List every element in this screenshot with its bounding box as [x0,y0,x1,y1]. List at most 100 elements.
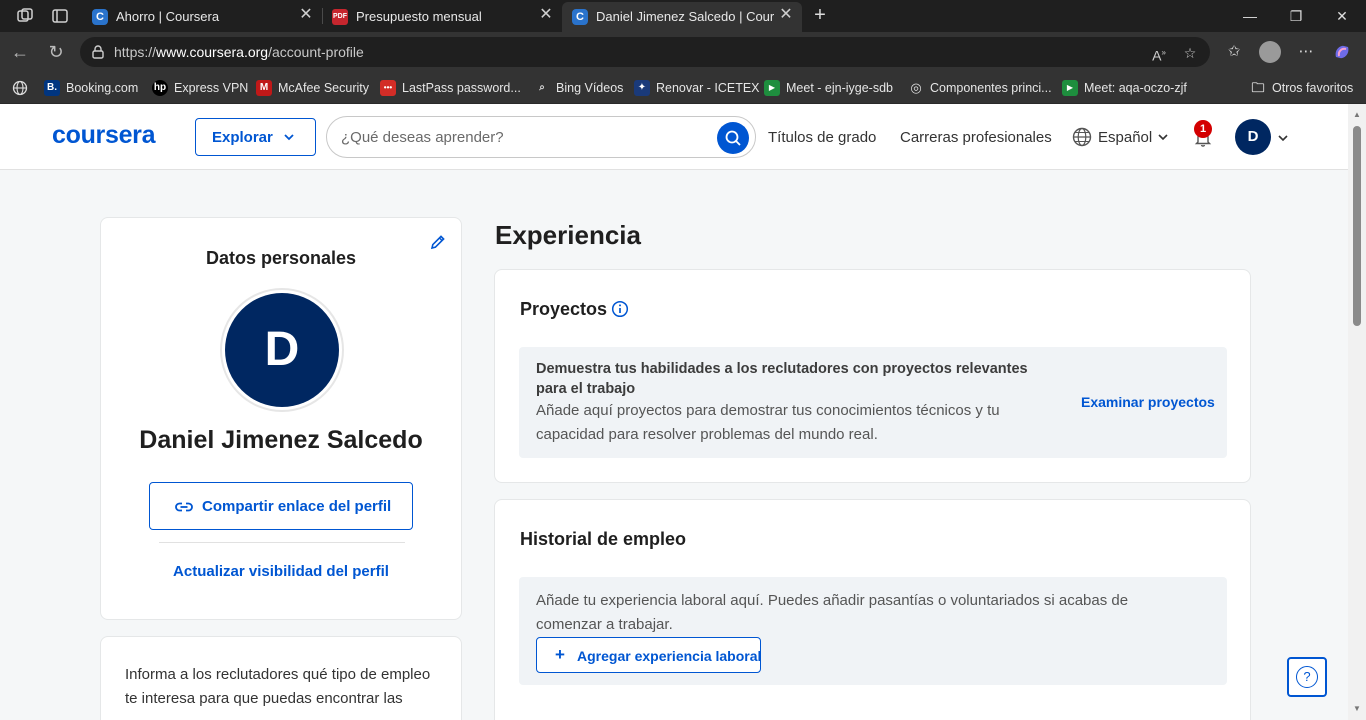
back-icon[interactable]: ← [10,42,30,62]
share-profile-button[interactable]: Compartir enlace del perfil [149,482,413,530]
bookmarks-bar: B. Booking.com hp Express VPN M McAfee Secu… [0,72,1366,104]
employment-panel-text: Añade tu experiencia laboral aquí. Puede… [536,592,1129,633]
minimize-icon[interactable]: — [1240,6,1260,26]
folder-icon: 🗀 [1251,80,1265,95]
explore-label: Explorar [212,129,273,146]
address-bar-row: ← ↻ https://www.coursera.org/account-pro… [0,32,1366,72]
bookmark-other-favorites[interactable]: 🗀 Otros favoritos [1250,80,1353,96]
search-button[interactable] [717,122,749,154]
add-work-experience-button[interactable]: + Agregar experiencia laboral [536,637,761,673]
help-icon: ? [1296,666,1318,688]
help-button[interactable]: ? [1287,657,1327,697]
meet-icon: ▶ [764,80,780,96]
employment-history-card: Historial de empleo Añade tu experiencia… [494,499,1251,720]
more-menu-icon[interactable]: ⋯ [1296,42,1316,62]
chevron-down-icon [282,130,296,144]
profile-avatar: D [220,288,344,412]
link-icon [174,497,194,517]
plus-icon: + [555,645,565,664]
careers-link[interactable]: Carreras profesionales [900,129,1052,146]
lastpass-icon: ••• [380,80,396,96]
browser-profile-avatar[interactable] [1259,41,1281,63]
close-icon[interactable]: ✕ [538,7,554,23]
close-icon[interactable]: ✕ [778,7,794,23]
explore-button[interactable]: Explorar [195,118,316,156]
bookmark-booking[interactable]: B. Booking.com [44,80,138,96]
bookmark-componentes[interactable]: ◎ Componentes princi... [908,80,1051,96]
bookmark-meet-2[interactable]: ▶ Meet: aqa-oczo-zjf [1062,80,1187,96]
lock-icon[interactable] [90,44,106,60]
tab-title: Presupuesto mensual [356,9,482,24]
bookmark-expressvpn[interactable]: hp Express VPN [152,80,248,96]
url-field[interactable]: https://www.coursera.org/account-profile… [80,37,1210,67]
bookmark-mcafee[interactable]: M McAfee Security [256,80,369,96]
coursera-logo[interactable]: coursera [52,121,156,150]
globe-icon [1072,127,1092,147]
favorite-star-icon[interactable]: ☆ [1181,44,1199,62]
user-avatar[interactable]: D [1235,119,1271,155]
info-icon[interactable] [611,300,629,318]
meet-icon: ▶ [1062,80,1078,96]
pdf-icon: PDF [332,9,348,25]
refresh-icon[interactable]: ↻ [46,42,66,62]
openai-icon: ◎ [910,80,922,95]
scroll-up-icon[interactable]: ▲ [1352,110,1362,120]
new-tab-icon[interactable]: + [810,5,830,25]
mcafee-icon: M [256,80,272,96]
close-icon[interactable]: ✕ [298,7,314,23]
notification-badge: 1 [1194,120,1212,138]
workspaces-icon[interactable] [15,6,35,26]
tab-title: Ahorro | Coursera [116,9,220,24]
job-preferences-card: Informa a los reclutadores qué tipo de e… [100,636,462,720]
bookmark-bing-videos[interactable]: ⌕ Bing Vídeos [534,80,623,96]
job-preferences-text: Informa a los reclutadores qué tipo de e… [125,666,431,707]
window-close-icon[interactable]: ✕ [1332,6,1352,26]
url-text: https://www.coursera.org/account-profile [114,44,364,60]
globe-icon[interactable] [12,80,28,96]
employment-panel: Añade tu experiencia laboral aquí. Puede… [519,577,1227,685]
site-header: coursera Explorar Títulos de grado Carre… [0,104,1348,170]
search-box [326,116,756,158]
language-label: Español [1098,129,1153,146]
vertical-tabs-icon[interactable] [50,6,70,26]
bookmark-meet-1[interactable]: ▶ Meet - ejn-iyge-sdb [764,80,893,96]
scrollbar-thumb[interactable] [1353,126,1361,326]
chevron-down-icon [1157,130,1169,142]
personal-data-card: Datos personales D Daniel Jimenez Salced… [100,217,462,620]
tab-ahorro[interactable]: C Ahorro | Coursera ✕ [82,2,322,32]
divider [159,542,405,543]
profile-avatar-initial: D [225,293,339,407]
coursera-icon: C [92,9,108,25]
employment-heading: Historial de empleo [520,529,687,549]
edit-pencil-icon[interactable] [429,233,447,251]
search-input[interactable] [341,127,701,147]
page-viewport: coursera Explorar Títulos de grado Carre… [0,104,1348,720]
degrees-link[interactable]: Títulos de grado [768,129,876,146]
icetex-icon: ✦ [634,80,650,96]
booking-icon: B. [44,80,60,96]
chevron-down-icon[interactable] [1277,131,1289,143]
browse-projects-link[interactable]: Examinar proyectos [1081,394,1215,410]
projects-heading: Proyectos [520,299,608,319]
search-icon: ⌕ [539,82,545,93]
tab-profile[interactable]: C Daniel Jimenez Salcedo | Coursera ✕ [562,2,802,32]
update-visibility-link[interactable]: Actualizar visibilidad del perfil [101,563,461,580]
projects-card: Proyectos Demuestra tus habilidades a lo… [494,269,1251,483]
tab-presupuesto[interactable]: PDF Presupuesto mensual ✕ [322,2,562,32]
hp-icon: hp [152,80,168,96]
personal-data-title: Datos personales [205,248,357,268]
restore-icon[interactable]: ❐ [1286,6,1306,26]
favorites-icon[interactable]: ✩ [1224,42,1244,62]
projects-panel: Demuestra tus habilidades a los reclutad… [519,347,1227,458]
copilot-icon[interactable] [1332,42,1352,62]
scroll-down-icon[interactable]: ▼ [1352,704,1362,714]
bookmark-icetex[interactable]: ✦ Renovar - ICETEX [634,80,760,96]
coursera-icon: C [572,9,588,25]
read-aloud-icon[interactable]: A» [1150,44,1168,64]
share-profile-label: Compartir enlace del perfil [202,498,392,515]
bookmark-lastpass[interactable]: ••• LastPass password... [380,80,521,96]
browser-tab-bar: C Ahorro | Coursera ✕ PDF Presupuesto me… [0,0,1366,32]
projects-panel-text: Añade aquí proyectos para demostrar tus … [536,402,1000,443]
page-scrollbar[interactable]: ▲ ▼ [1348,104,1366,720]
search-icon [725,130,741,146]
